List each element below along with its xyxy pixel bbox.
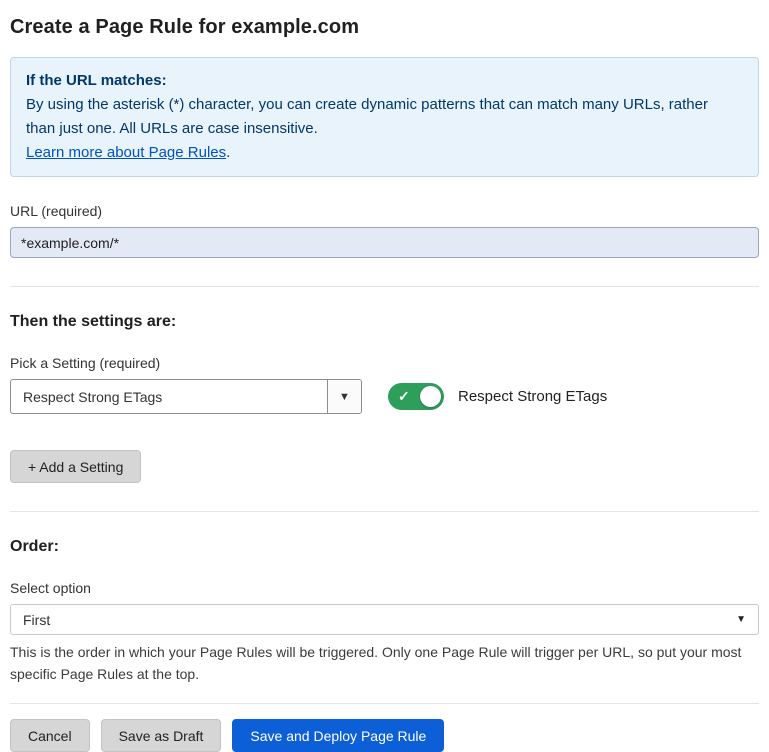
order-help-text: This is the order in which your Page Rul… <box>10 642 750 685</box>
settings-section-heading: Then the settings are: <box>10 313 759 331</box>
cancel-button[interactable]: Cancel <box>10 719 90 752</box>
setting-toggle[interactable]: ✓ <box>388 383 444 410</box>
page-title: Create a Page Rule for example.com <box>10 16 759 39</box>
add-setting-button[interactable]: + Add a Setting <box>10 450 141 483</box>
info-box-body: By using the asterisk (*) character, you… <box>26 93 726 141</box>
toggle-knob <box>420 386 441 407</box>
url-input[interactable] <box>10 227 759 258</box>
chevron-down-icon: ▼ <box>736 614 746 625</box>
pick-setting-label: Pick a Setting (required) <box>10 355 759 371</box>
order-select-value: First <box>23 612 50 628</box>
footer-actions: Cancel Save as Draft Save and Deploy Pag… <box>10 703 759 752</box>
check-icon: ✓ <box>398 388 410 405</box>
divider <box>10 511 759 512</box>
setting-select-value: Respect Strong ETags <box>11 380 327 413</box>
chevron-down-icon[interactable]: ▼ <box>327 380 361 413</box>
info-box-link-line: Learn more about Page Rules. <box>26 141 743 165</box>
divider <box>10 286 759 287</box>
link-period: . <box>226 144 230 161</box>
setting-toggle-group: ✓ Respect Strong ETags <box>388 383 607 410</box>
learn-more-link[interactable]: Learn more about Page Rules <box>26 144 226 161</box>
save-deploy-button[interactable]: Save and Deploy Page Rule <box>232 719 444 752</box>
save-draft-button[interactable]: Save as Draft <box>101 719 222 752</box>
order-select-label: Select option <box>10 580 759 596</box>
url-field-label: URL (required) <box>10 203 759 219</box>
order-section-heading: Order: <box>10 538 759 556</box>
url-match-info-box: If the URL matches: By using the asteris… <box>10 57 759 177</box>
setting-row: Respect Strong ETags ▼ ✓ Respect Strong … <box>10 379 759 414</box>
info-box-heading: If the URL matches: <box>26 69 743 93</box>
order-select[interactable]: First ▼ <box>10 604 759 635</box>
setting-toggle-label: Respect Strong ETags <box>458 388 607 405</box>
setting-select[interactable]: Respect Strong ETags ▼ <box>10 379 362 414</box>
